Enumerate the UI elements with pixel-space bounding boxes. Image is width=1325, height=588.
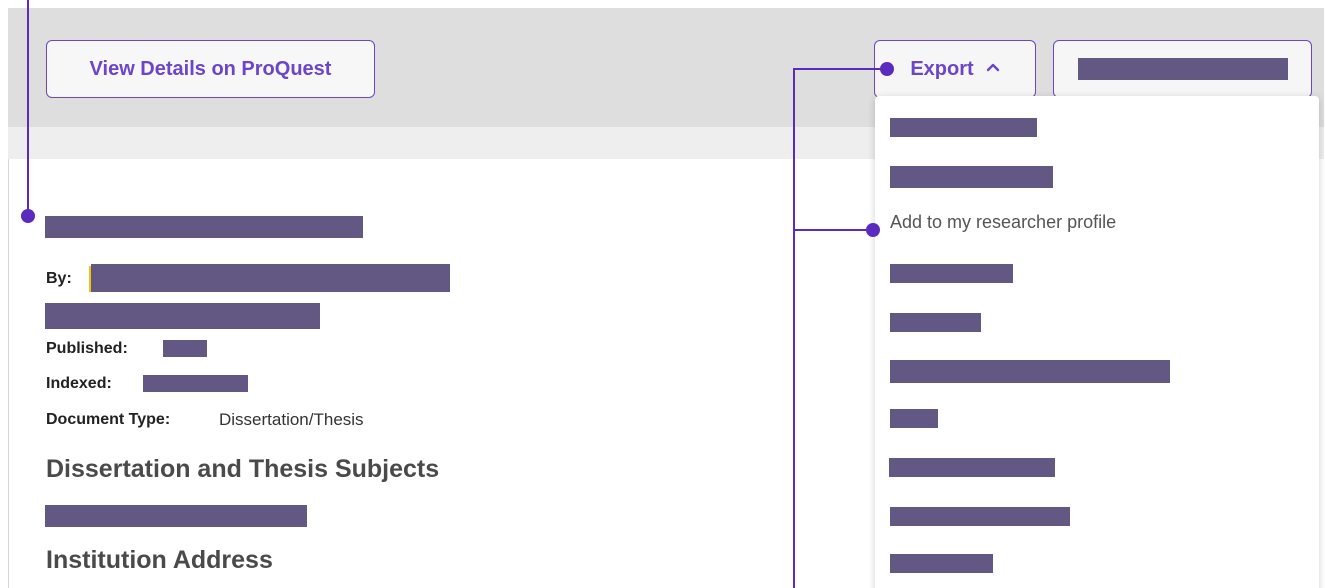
- view-details-label: View Details on ProQuest: [89, 57, 332, 80]
- export-menu-item[interactable]: [890, 264, 1013, 283]
- export-label: Export: [910, 57, 974, 80]
- author-name[interactable]: [91, 264, 450, 292]
- redacted-button-label: [1077, 58, 1288, 80]
- author-affiliation: [45, 303, 320, 329]
- record-title[interactable]: [45, 216, 363, 238]
- add-to-researcher-profile-item[interactable]: Add to my researcher profile: [890, 212, 1116, 233]
- subjects-heading: Dissertation and Thesis Subjects: [46, 455, 440, 483]
- export-menu-item[interactable]: [890, 507, 1070, 526]
- export-menu-item[interactable]: [889, 458, 1055, 477]
- subject-link[interactable]: [45, 505, 307, 527]
- by-label: By:: [46, 270, 72, 287]
- export-menu-item[interactable]: [890, 166, 1053, 188]
- institution-heading: Institution Address: [46, 546, 273, 574]
- export-menu-item[interactable]: [890, 118, 1037, 137]
- export-menu-item[interactable]: [890, 360, 1170, 383]
- annotation-line-vertical: [793, 68, 795, 588]
- view-details-button[interactable]: View Details on ProQuest: [46, 40, 375, 98]
- toolbar-action-button[interactable]: [1053, 40, 1312, 98]
- export-menu-item[interactable]: [890, 313, 981, 332]
- indexed-label: Indexed:: [46, 375, 112, 392]
- annotation-dot-export: [880, 62, 894, 76]
- published-label: Published:: [46, 340, 128, 357]
- export-menu-item[interactable]: [890, 409, 938, 428]
- document-type-label: Document Type:: [46, 411, 171, 428]
- annotation-line-profile: [793, 229, 873, 231]
- annotation-line-export: [793, 68, 886, 70]
- export-button[interactable]: Export: [874, 40, 1036, 98]
- document-type-value: Dissertation/Thesis: [219, 410, 364, 429]
- annotation-line-title: [27, 0, 29, 216]
- indexed-value: [143, 375, 248, 392]
- annotation-dot-profile: [866, 223, 880, 237]
- export-menu-item[interactable]: [890, 554, 993, 573]
- annotation-dot-title: [21, 209, 35, 223]
- chevron-up-icon: [986, 59, 1000, 77]
- published-value: [163, 340, 207, 357]
